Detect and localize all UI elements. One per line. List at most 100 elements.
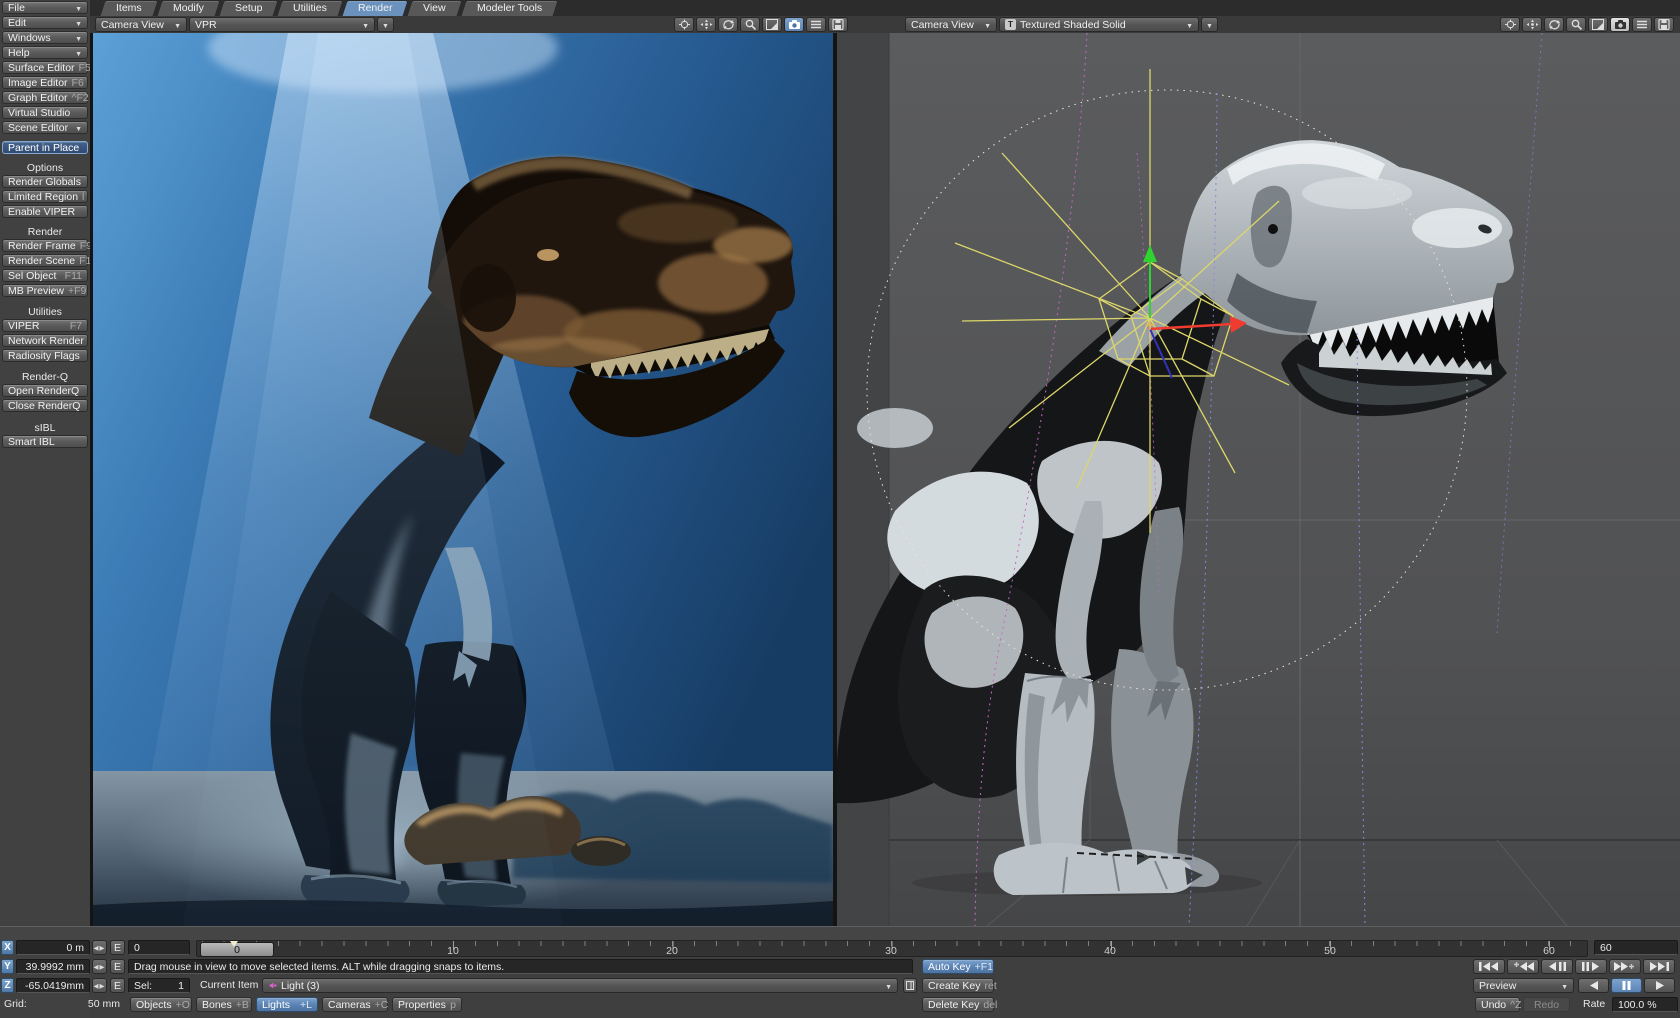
redo-button[interactable]: Redo [1523, 997, 1570, 1012]
camera-icon[interactable] [1610, 17, 1630, 32]
tab-view[interactable]: View [407, 0, 463, 17]
zoom-view-icon[interactable] [1566, 17, 1586, 32]
prev-frame-icon[interactable] [1541, 959, 1573, 974]
z-axis-badge[interactable]: Z [1, 978, 14, 993]
minmax-icon[interactable] [1588, 17, 1608, 32]
z-stepper[interactable] [92, 978, 107, 993]
camera-icon[interactable] [784, 17, 804, 32]
center-item-icon[interactable] [1500, 17, 1520, 32]
left-render-mode-dropdown[interactable]: VPR [189, 17, 375, 32]
play-reverse-icon[interactable] [1578, 978, 1609, 993]
virtual-studio-button[interactable]: Virtual Studio [2, 106, 88, 119]
selection-count-field: Sel:1 [128, 978, 190, 993]
tab-utilities[interactable]: Utilities [276, 0, 343, 17]
sel-object-button[interactable]: Sel ObjectF11 [2, 269, 88, 282]
viper-button[interactable]: VIPERF7 [2, 319, 88, 332]
lights-button[interactable]: Lights+L [256, 997, 318, 1012]
go-start-icon[interactable] [1473, 959, 1505, 974]
x-stepper[interactable] [92, 940, 107, 955]
viewport-right-shaded-canvas[interactable] [837, 33, 1680, 926]
cameras-button[interactable]: Cameras+C [322, 997, 388, 1012]
right-render-mode-dropdown[interactable]: TTextured Shaded Solid [999, 17, 1199, 32]
network-render-button[interactable]: Network Render [2, 334, 88, 347]
play-forward-icon[interactable] [1644, 978, 1675, 993]
x-envelope-button[interactable]: E [110, 940, 125, 955]
z-envelope-button[interactable]: E [110, 978, 125, 993]
preview-dropdown[interactable]: Preview [1473, 978, 1574, 993]
auto-key-button[interactable]: Auto Key+F1 [922, 959, 994, 974]
tab-modeler-tools[interactable]: Modeler Tools [460, 0, 559, 17]
status-row: Y 39.9992 mm E Drag mouse in view to mov… [0, 959, 1680, 976]
save-view-icon[interactable] [828, 17, 848, 32]
minmax-icon[interactable] [762, 17, 782, 32]
parent-in-place-button[interactable]: Parent in Place [2, 141, 88, 154]
render-scene-button[interactable]: Render SceneF10 [2, 254, 88, 267]
menu-file[interactable]: File [2, 1, 88, 14]
menu-help[interactable]: Help [2, 46, 88, 59]
tab-items[interactable]: Items [99, 0, 158, 17]
limited-region-button[interactable]: Limited Regionl [2, 190, 88, 203]
rotate-view-icon[interactable] [1544, 17, 1564, 32]
y-position-field[interactable]: 39.9992 mm [16, 959, 90, 974]
close-renderq-button[interactable]: Close RenderQ [2, 399, 88, 412]
menu-icon[interactable] [806, 17, 826, 32]
right-viewport-options-dropdown[interactable] [1201, 17, 1218, 32]
chevron-down-icon [984, 19, 991, 31]
graph-editor-button[interactable]: Graph Editor^F2 [2, 91, 88, 104]
enable-viper-button[interactable]: Enable VIPER [2, 205, 88, 218]
save-view-icon[interactable] [1654, 17, 1674, 32]
status-hint-text: Drag mouse in view to move selected item… [128, 959, 913, 974]
mb-preview-button[interactable]: MB Preview+F9 [2, 284, 88, 297]
render-globals-button[interactable]: Render Globals [2, 175, 88, 188]
pan-view-icon[interactable] [1522, 17, 1542, 32]
scene-editor-button[interactable]: Scene Editor [2, 121, 88, 134]
surface-editor-button[interactable]: Surface EditorF5 [2, 61, 88, 74]
next-key-icon[interactable] [1609, 959, 1641, 974]
z-position-field[interactable]: -65.0419mm [16, 978, 90, 993]
open-renderq-button[interactable]: Open RenderQ [2, 384, 88, 397]
x-position-field[interactable]: 0 m [16, 940, 90, 955]
menu-windows[interactable]: Windows [2, 31, 88, 44]
left-viewport-options-dropdown[interactable] [377, 17, 394, 32]
rate-field[interactable]: 100.0 % [1612, 997, 1678, 1012]
pan-view-icon[interactable] [696, 17, 716, 32]
prev-key-icon[interactable] [1507, 959, 1539, 974]
chevron-down-icon [362, 19, 369, 31]
chevron-down-icon [1186, 19, 1193, 31]
current-frame-field[interactable]: 0 [128, 940, 190, 955]
rotate-view-icon[interactable] [718, 17, 738, 32]
go-end-icon[interactable] [1643, 959, 1675, 974]
create-key-button[interactable]: Create Keyret [922, 978, 994, 993]
current-item-dropdown[interactable]: Light (3) [262, 978, 898, 993]
right-view-type-dropdown[interactable]: Camera View [905, 17, 997, 32]
center-item-icon[interactable] [674, 17, 694, 32]
delete-key-button[interactable]: Delete Keydel [922, 997, 994, 1012]
render-frame-button[interactable]: Render FrameF9 [2, 239, 88, 252]
undo-button[interactable]: Undo^Z [1475, 997, 1520, 1012]
end-frame-field[interactable]: 60 [1594, 940, 1678, 955]
left-view-type-dropdown[interactable]: Camera View [95, 17, 187, 32]
objects-button[interactable]: Objects+O [130, 997, 192, 1012]
smart-ibl-button[interactable]: Smart IBL [2, 435, 88, 448]
tab-setup[interactable]: Setup [218, 0, 279, 17]
item-properties-panel-icon[interactable] [903, 978, 917, 993]
tab-render[interactable]: Render [341, 0, 409, 17]
timeline-ruler[interactable]: 0 0 10 20 30 40 50 60 [196, 940, 1588, 957]
pause-icon[interactable] [1611, 978, 1642, 993]
bones-button[interactable]: Bones+B [196, 997, 252, 1012]
menu-icon[interactable] [1632, 17, 1652, 32]
image-editor-button[interactable]: Image EditorF6 [2, 76, 88, 89]
menu-edit[interactable]: Edit [2, 16, 88, 29]
tab-modify[interactable]: Modify [156, 0, 220, 17]
zoom-view-icon[interactable] [740, 17, 760, 32]
chevron-down-icon [1561, 980, 1568, 992]
x-axis-badge[interactable]: X [1, 940, 14, 955]
viewport-left-vpr-canvas[interactable] [93, 33, 833, 926]
y-envelope-button[interactable]: E [110, 959, 125, 974]
next-frame-icon[interactable] [1575, 959, 1607, 974]
properties-button[interactable]: Propertiesp [392, 997, 462, 1012]
chevron-down-icon [174, 19, 181, 31]
radiosity-flags-button[interactable]: Radiosity Flags [2, 349, 88, 362]
y-stepper[interactable] [92, 959, 107, 974]
y-axis-badge[interactable]: Y [1, 959, 14, 974]
